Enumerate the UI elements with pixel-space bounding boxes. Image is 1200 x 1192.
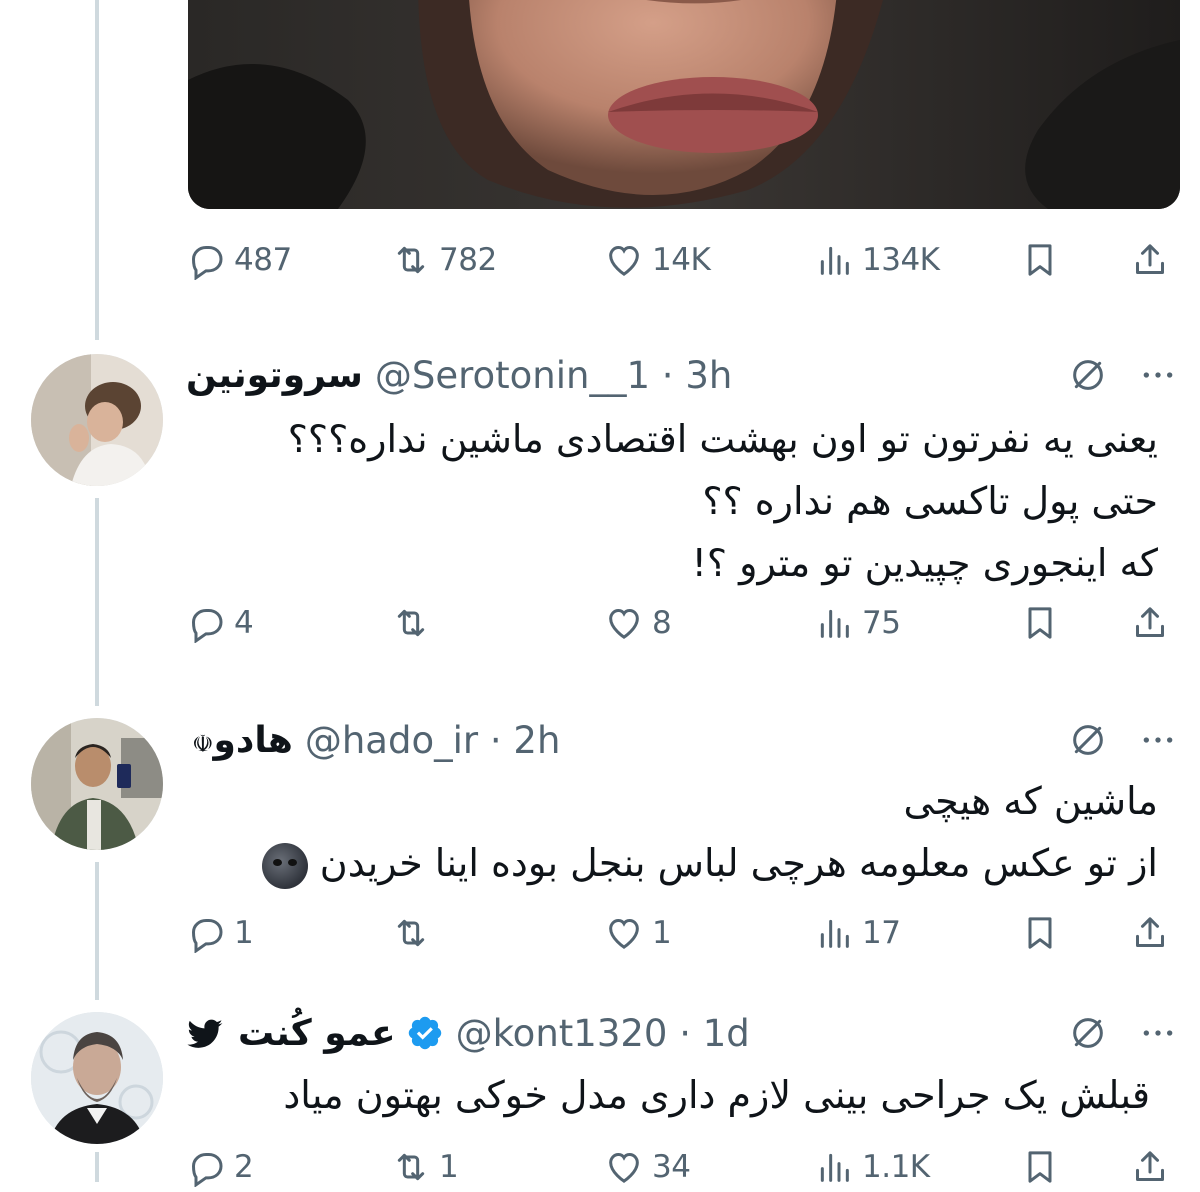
handle[interactable]: @hado_ir xyxy=(305,719,478,762)
display-name[interactable]: عمو کُنت xyxy=(186,1013,396,1054)
tweet-text: ماشین که هیچی از تو عکس معلومه هرچی لباس… xyxy=(252,770,1158,894)
grok-icon[interactable] xyxy=(1068,1013,1108,1053)
thread-line xyxy=(95,0,99,340)
share-icon xyxy=(1136,607,1164,637)
retweet-button[interactable]: 1 xyxy=(391,1142,459,1192)
bookmark-button[interactable] xyxy=(1020,235,1060,285)
handle[interactable]: @kont1320 xyxy=(456,1012,668,1055)
share-button[interactable] xyxy=(1130,908,1170,958)
grok-icon[interactable] xyxy=(1068,355,1108,395)
tweet-menu xyxy=(1068,350,1178,400)
display-name[interactable]: ☫هادو xyxy=(186,720,293,761)
like-button[interactable]: 34 xyxy=(604,1142,691,1192)
views-icon xyxy=(820,919,849,948)
heart-icon xyxy=(609,245,639,276)
views-icon xyxy=(820,246,849,275)
bookmark-button[interactable] xyxy=(1020,1142,1060,1192)
bookmark-icon xyxy=(1028,1151,1052,1183)
tweet-header: سروتونین @Serotonin__1 · 3h xyxy=(186,350,732,400)
share-icon xyxy=(1136,244,1164,274)
tweet-action-bar: 1 1 17 xyxy=(186,908,1180,958)
views-button[interactable]: 17 xyxy=(814,908,901,958)
reply-icon xyxy=(191,919,223,953)
bookmark-button[interactable] xyxy=(1020,908,1060,958)
display-name[interactable]: سروتونین xyxy=(186,355,363,396)
retweet-icon xyxy=(397,1153,425,1181)
more-options-icon[interactable] xyxy=(1138,355,1178,395)
views-button[interactable]: 1.1K xyxy=(814,1142,930,1192)
views-button[interactable]: 75 xyxy=(814,598,901,648)
avatar[interactable] xyxy=(31,1012,163,1144)
timestamp[interactable]: 2h xyxy=(513,719,560,762)
reply-button[interactable]: 487 xyxy=(186,235,292,285)
tweet-media-image[interactable] xyxy=(188,0,1180,209)
share-icon xyxy=(1136,917,1164,947)
reply-button[interactable]: 2 xyxy=(186,1142,254,1192)
tweet-action-bar: 487 782 14K 134K xyxy=(186,235,1180,285)
retweet-icon xyxy=(397,609,425,637)
like-button[interactable]: 8 xyxy=(604,598,672,648)
tweet-text: یعنی یه نفرتون تو اون بهشت اقتصادی ماشین… xyxy=(287,417,1158,585)
tweet-header: ☫هادو @hado_ir · 2h xyxy=(186,715,560,765)
reply-button[interactable]: 1 xyxy=(186,908,254,958)
reply-icon xyxy=(191,609,223,643)
views-icon xyxy=(820,1153,849,1182)
tweet-text: قبلش یک جراحی بینی لازم داری مدل خوکی به… xyxy=(283,1073,1150,1117)
verified-badge-icon xyxy=(406,1014,444,1052)
like-button[interactable]: 1 xyxy=(604,908,672,958)
more-options-icon[interactable] xyxy=(1138,720,1178,760)
like-button[interactable]: 14K xyxy=(604,235,711,285)
handle[interactable]: @Serotonin__1 xyxy=(375,354,650,397)
new-moon-face-emoji xyxy=(261,842,308,889)
retweet-button[interactable]: 782 xyxy=(391,235,497,285)
avatar[interactable] xyxy=(31,354,163,486)
share-button[interactable] xyxy=(1130,598,1170,648)
share-icon xyxy=(1136,1151,1164,1181)
retweet-button[interactable] xyxy=(391,598,439,648)
tweet-action-bar: 4 8 75 xyxy=(186,598,1180,648)
heart-icon xyxy=(609,1152,639,1183)
bookmark-icon xyxy=(1028,917,1052,949)
thread-line xyxy=(95,1152,99,1182)
timestamp[interactable]: 3h xyxy=(685,354,732,397)
bookmark-button[interactable] xyxy=(1020,598,1060,648)
tweet-menu xyxy=(1068,1008,1178,1058)
handle-time: @hado_ir · 2h xyxy=(304,718,561,762)
more-options-icon[interactable] xyxy=(1138,1013,1178,1053)
tweet-action-bar: 2 1 34 1.1K xyxy=(186,1142,1180,1192)
retweet-icon xyxy=(397,246,425,274)
views-button[interactable]: 134K xyxy=(814,235,940,285)
heart-icon xyxy=(609,608,639,639)
grok-icon[interactable] xyxy=(1068,720,1108,760)
tweet-header: عمو کُنت @kont1320 · 1d xyxy=(186,1008,750,1058)
iran-emblem-emoji: ☫ xyxy=(192,729,214,758)
reply-button[interactable]: 4 xyxy=(186,598,254,648)
retweet-icon xyxy=(397,919,425,947)
handle-time: @Serotonin__1 · 3h xyxy=(374,353,733,397)
thread-line xyxy=(95,498,99,706)
tweet-menu xyxy=(1068,715,1178,765)
share-button[interactable] xyxy=(1130,235,1170,285)
reply-icon xyxy=(191,246,223,280)
bookmark-icon xyxy=(1028,244,1052,276)
heart-icon xyxy=(609,918,639,949)
reply-icon xyxy=(191,1153,223,1187)
handle-time: @kont1320 · 1d xyxy=(455,1011,750,1055)
timestamp[interactable]: 1d xyxy=(703,1012,750,1055)
bookmark-icon xyxy=(1028,607,1052,639)
retweet-button[interactable] xyxy=(391,908,439,958)
avatar[interactable] xyxy=(31,718,163,850)
twitter-bird-icon xyxy=(187,1019,223,1048)
thread-line xyxy=(95,862,99,1000)
share-button[interactable] xyxy=(1130,1142,1170,1192)
views-icon xyxy=(820,609,849,638)
